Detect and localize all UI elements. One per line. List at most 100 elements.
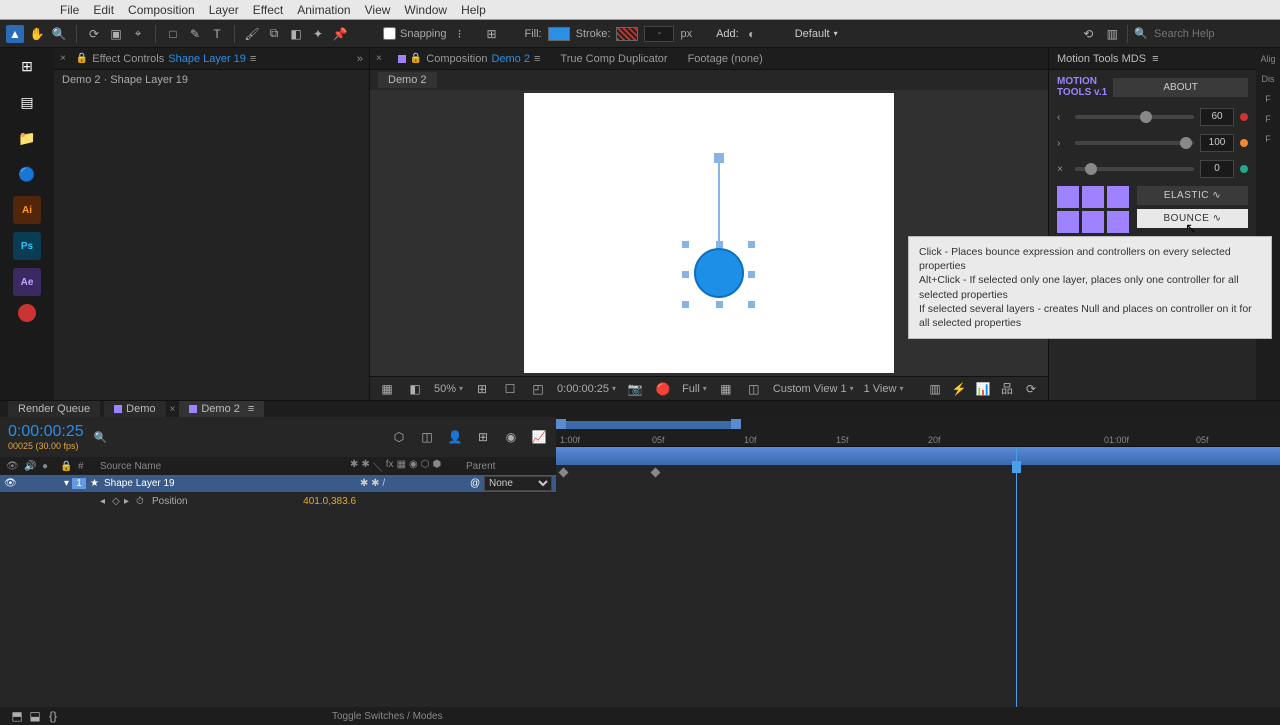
- pixel-aspect-icon[interactable]: ▥: [926, 380, 944, 398]
- lock-col-icon[interactable]: 🔒: [60, 461, 72, 472]
- shape-circle[interactable]: [694, 248, 744, 298]
- snapshot-icon[interactable]: 📷: [626, 380, 644, 398]
- parent-header[interactable]: Parent: [466, 461, 556, 472]
- alpha-toggle-icon[interactable]: ◧: [406, 380, 424, 398]
- stroke-swatch[interactable]: [616, 27, 638, 41]
- views-dropdown[interactable]: 1 View: [864, 383, 904, 395]
- stopwatch-icon[interactable]: ⏱: [136, 496, 148, 507]
- refresh-icon[interactable]: ⟳: [1022, 380, 1040, 398]
- roto-tool-icon[interactable]: ✦: [309, 25, 327, 43]
- canvas[interactable]: [524, 93, 894, 373]
- workspace-preset[interactable]: Default: [795, 28, 830, 40]
- search-icon[interactable]: 🔍: [94, 431, 108, 444]
- work-area-end[interactable]: [731, 419, 741, 429]
- draft3d-icon[interactable]: ◫: [418, 428, 436, 446]
- tab-demo[interactable]: Demo: [104, 401, 165, 417]
- illustrator-icon[interactable]: Ai: [13, 196, 41, 224]
- composition-tab[interactable]: 🔒 Composition Demo 2 ≡: [394, 51, 545, 67]
- keyframe-toggle-icon[interactable]: ◇: [112, 496, 124, 507]
- snap-opts-icon[interactable]: ⁝: [451, 25, 469, 43]
- zoom-tool-icon[interactable]: 🔍: [50, 25, 68, 43]
- keyframe-nav-prev-icon[interactable]: ◂: [100, 496, 112, 507]
- snapping-checkbox[interactable]: [383, 27, 396, 40]
- slider-1[interactable]: [1075, 115, 1194, 119]
- solo-col-icon[interactable]: ●: [42, 461, 54, 472]
- keyframe-icon[interactable]: [651, 468, 661, 478]
- tab-menu-icon[interactable]: ≡: [534, 53, 540, 65]
- switch-icon[interactable]: fx: [386, 459, 394, 474]
- menu-animation[interactable]: Animation: [297, 3, 350, 17]
- search-input[interactable]: [1154, 28, 1274, 40]
- tab-demo2[interactable]: Demo 2≡: [179, 401, 264, 417]
- selection-handle[interactable]: [748, 241, 755, 248]
- color-dot[interactable]: [1240, 139, 1248, 147]
- pickwhip-icon[interactable]: @: [466, 478, 480, 489]
- menu-composition[interactable]: Composition: [128, 3, 195, 17]
- chrome-icon[interactable]: 🔵: [13, 160, 41, 188]
- work-area-start[interactable]: [556, 419, 566, 429]
- add-menu-icon[interactable]: ◐: [743, 25, 761, 43]
- menu-edit[interactable]: Edit: [93, 3, 114, 17]
- close-tab-icon[interactable]: ×: [376, 53, 382, 64]
- elastic-button[interactable]: ELASTIC ∿: [1137, 186, 1248, 205]
- slider-2-value[interactable]: 100: [1200, 134, 1234, 152]
- motion-tools-tab[interactable]: Motion Tools MDS ≡: [1049, 48, 1256, 70]
- tab-menu-icon[interactable]: ≡: [250, 53, 256, 65]
- motion-blur-icon[interactable]: ◉: [502, 428, 520, 446]
- zoom-dropdown[interactable]: 50%: [434, 383, 463, 395]
- layer-color[interactable]: 1: [72, 478, 86, 489]
- property-row[interactable]: ◂ ◇ ▸ ⏱ Position 401.0,383.6: [0, 493, 556, 509]
- camera-dropdown[interactable]: Custom View 1: [773, 383, 854, 395]
- switch-icon[interactable]: ⬢: [432, 459, 441, 474]
- puppet-tool-icon[interactable]: 📌: [331, 25, 349, 43]
- menu-view[interactable]: View: [365, 3, 391, 17]
- pan-behind-tool-icon[interactable]: ⌖: [129, 25, 147, 43]
- mask-toggle-icon[interactable]: ▦: [378, 380, 396, 398]
- shy-icon[interactable]: 👤: [446, 428, 464, 446]
- resolution-dropdown[interactable]: Full: [682, 383, 707, 395]
- timecode-display[interactable]: 0:00:00:25: [557, 383, 616, 395]
- lock-icon[interactable]: 🔒: [76, 53, 88, 64]
- overflow-icon[interactable]: »: [357, 53, 363, 65]
- hand-tool-icon[interactable]: ✋: [28, 25, 46, 43]
- record-icon[interactable]: [18, 304, 36, 322]
- selection-tool-icon[interactable]: ▲: [6, 25, 24, 43]
- orbit-tool-icon[interactable]: ⟳: [85, 25, 103, 43]
- pen-tool-icon[interactable]: ✎: [186, 25, 204, 43]
- slider-1-value[interactable]: 60: [1200, 108, 1234, 126]
- timeline-icon[interactable]: 📊: [974, 380, 992, 398]
- close-tab-icon[interactable]: ×: [170, 404, 176, 415]
- source-name-header[interactable]: Source Name: [100, 461, 344, 472]
- transparency-icon[interactable]: ▦: [717, 380, 735, 398]
- tab-menu-icon[interactable]: ≡: [248, 403, 254, 415]
- selection-handle[interactable]: [748, 271, 755, 278]
- keyframe-nav-next-icon[interactable]: ▸: [124, 496, 136, 507]
- tab-render-queue[interactable]: Render Queue: [8, 401, 100, 417]
- align-panel-stub[interactable]: Alig: [1260, 54, 1275, 64]
- sync-icon[interactable]: ⟲: [1079, 25, 1097, 43]
- switch-icon[interactable]: ✱: [361, 459, 369, 474]
- selection-handle[interactable]: [716, 241, 723, 248]
- frame-blend-icon[interactable]: ⊞: [474, 428, 492, 446]
- menu-window[interactable]: Window: [404, 3, 447, 17]
- photoshop-icon[interactable]: Ps: [13, 232, 41, 260]
- toggle-switches-button[interactable]: Toggle Switches / Modes: [332, 711, 443, 722]
- type-tool-icon[interactable]: T: [208, 25, 226, 43]
- mask-icon[interactable]: ◰: [529, 380, 547, 398]
- about-button[interactable]: ABOUT: [1113, 78, 1248, 97]
- layer-name[interactable]: Shape Layer 19: [100, 478, 356, 489]
- flowchart-icon[interactable]: 品: [998, 380, 1016, 398]
- audio-col-icon[interactable]: 🔊: [24, 461, 36, 472]
- slider-3[interactable]: [1075, 167, 1194, 171]
- panel-icon[interactable]: ▥: [1103, 25, 1121, 43]
- panel-stub[interactable]: F: [1265, 114, 1271, 124]
- anchor-point[interactable]: [714, 153, 724, 163]
- rect-tool-icon[interactable]: □: [164, 25, 182, 43]
- brush-tool-icon[interactable]: 🖌: [243, 25, 261, 43]
- fill-swatch[interactable]: [548, 27, 570, 41]
- keyframe-icon[interactable]: [559, 468, 569, 478]
- folder-icon[interactable]: 📁: [13, 124, 41, 152]
- property-value[interactable]: 401.0,383.6: [303, 496, 356, 507]
- panel-stub[interactable]: F: [1265, 134, 1271, 144]
- selection-handle[interactable]: [682, 271, 689, 278]
